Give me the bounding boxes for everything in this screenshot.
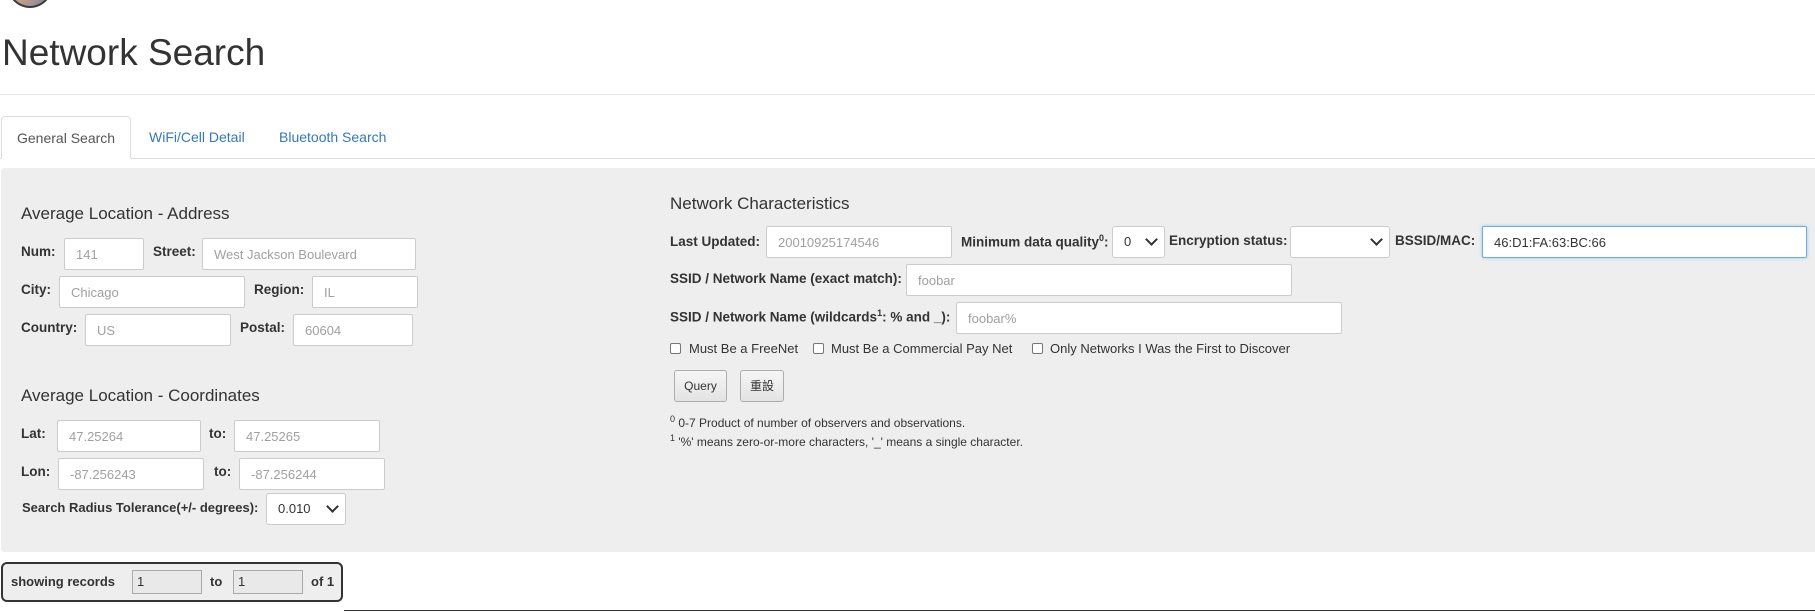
radius-label: Search Radius Tolerance(+/- degrees): [22,500,259,515]
min-quality-select-value: 0 [1124,234,1132,249]
freenet-checkbox[interactable] [670,343,681,354]
table-top-border [344,610,1815,611]
tab-wifi-cell-detail[interactable]: WiFi/Cell Detail [134,116,260,158]
chevron-down-icon [326,500,339,513]
pager-from-input[interactable]: 1 [132,570,202,594]
region-label: Region: [254,282,305,297]
city-label: City: [21,282,51,297]
coordinates-section-title: Average Location - Coordinates [21,386,260,405]
chevron-down-icon [1370,233,1383,246]
footnote-0: 0 0-7 Product of number of observers and… [670,414,966,430]
pager-total-label: of 1 [311,574,335,589]
address-section-title: Average Location - Address [21,204,230,223]
paynet-checkbox[interactable] [813,343,824,354]
lat-from-input[interactable] [57,420,201,452]
region-input[interactable] [312,276,418,308]
paynet-checkbox-label: Must Be a Commercial Pay Net [831,341,1013,356]
reset-button[interactable]: 重設 [740,370,784,402]
min-quality-select[interactable]: 0 [1112,226,1165,258]
first-discover-checkbox-label: Only Networks I Was the First to Discove… [1050,341,1291,356]
lon-label: Lon: [21,464,51,479]
site-logo[interactable] [6,0,54,8]
tab-bluetooth-search[interactable]: Bluetooth Search [264,116,401,158]
last-updated-label: Last Updated: [670,234,761,249]
tab-general-search[interactable]: General Search [1,116,132,159]
network-section-title: Network Characteristics [670,194,850,213]
search-tabs: General Search WiFi/Cell Detail Bluetoot… [0,116,1815,159]
country-label: Country: [21,320,78,335]
min-quality-label: Minimum data quality0: [961,233,1109,250]
first-discover-checkbox[interactable] [1032,343,1043,354]
postal-input[interactable] [293,314,413,346]
city-input[interactable] [59,276,245,308]
pager-to-label: to [210,574,223,589]
radius-select[interactable]: 0.010 [266,493,346,525]
footnote-1: 1 '%' means zero-or-more characters, '_'… [670,433,1023,449]
lon-to-label: to: [214,464,232,479]
pager-to-input[interactable]: 1 [233,570,303,594]
record-pager: showing records 1 to 1 of 1 [1,562,343,602]
lat-label: Lat: [21,426,46,441]
street-label: Street: [153,244,196,259]
lat-to-input[interactable] [234,420,380,452]
freenet-checkbox-label: Must Be a FreeNet [689,341,799,356]
num-input[interactable] [64,238,144,270]
bssid-input[interactable] [1482,226,1807,258]
title-divider [0,94,1815,95]
showing-records-label: showing records [11,574,116,589]
street-input[interactable] [202,238,416,270]
ssid-exact-label: SSID / Network Name (exact match): [670,271,902,286]
bssid-label: BSSID/MAC: [1395,233,1476,248]
page-title: Network Search [2,32,266,73]
encryption-status-select[interactable] [1290,226,1390,258]
postal-label: Postal: [240,320,286,335]
num-label: Num: [21,244,56,259]
lon-to-input[interactable] [239,458,385,490]
ssid-exact-input[interactable] [906,264,1292,296]
query-button[interactable]: Query [674,370,727,402]
lat-to-label: to: [209,426,227,441]
chevron-down-icon [1145,233,1158,246]
last-updated-input[interactable] [766,226,952,258]
lon-from-input[interactable] [58,458,204,490]
country-input[interactable] [85,314,231,346]
ssid-wildcard-label: SSID / Network Name (wildcards1: % and _… [670,308,951,325]
radius-select-value: 0.010 [278,501,311,516]
encryption-status-label: Encryption status: [1169,233,1288,248]
ssid-wildcard-input[interactable] [956,302,1342,334]
